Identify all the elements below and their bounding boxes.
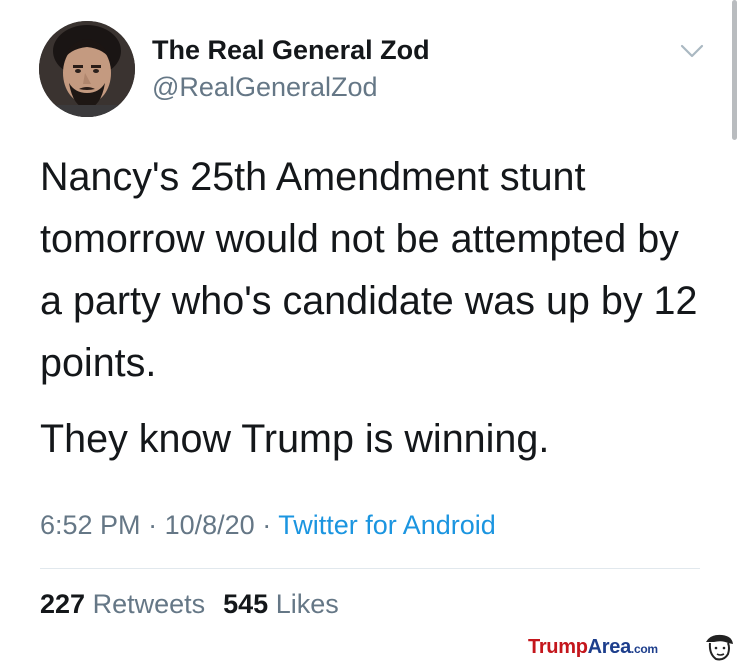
- likes-count: 545: [223, 589, 269, 619]
- likes-stat[interactable]: 545 Likes: [223, 589, 339, 619]
- separator: ·: [262, 510, 272, 540]
- chevron-down-icon[interactable]: [678, 40, 706, 62]
- author-name[interactable]: The Real General Zod: [152, 35, 430, 66]
- tweet-metadata: 6:52 PM · 10/8/20 · Twitter for Android: [40, 510, 496, 541]
- author-handle[interactable]: @RealGeneralZod: [152, 72, 378, 103]
- avatar-image: [39, 21, 135, 117]
- watermark-logo: TrumpArea.com: [528, 636, 658, 658]
- scrollbar[interactable]: [732, 0, 737, 140]
- tweet-source-link[interactable]: Twitter for Android: [278, 510, 496, 540]
- separator: ·: [148, 510, 158, 540]
- tweet-date[interactable]: 10/8/20: [165, 510, 255, 540]
- likes-label: Likes: [275, 589, 339, 619]
- retweets-label: Retweets: [92, 589, 206, 619]
- tweet-stats: 227 Retweets 545 Likes: [40, 589, 339, 620]
- retweets-count: 227: [40, 589, 86, 619]
- divider: [40, 568, 700, 569]
- tweet-text: Nancy's 25th Amendment stunt tomorrow wo…: [40, 146, 710, 470]
- tweet-time[interactable]: 6:52 PM: [40, 510, 141, 540]
- tweet-paragraph: They know Trump is winning.: [40, 417, 550, 461]
- avatar[interactable]: [39, 21, 135, 117]
- retweets-stat[interactable]: 227 Retweets: [40, 589, 205, 619]
- tweet-paragraph: Nancy's 25th Amendment stunt tomorrow wo…: [40, 155, 698, 385]
- watermark-face-icon: [706, 634, 733, 661]
